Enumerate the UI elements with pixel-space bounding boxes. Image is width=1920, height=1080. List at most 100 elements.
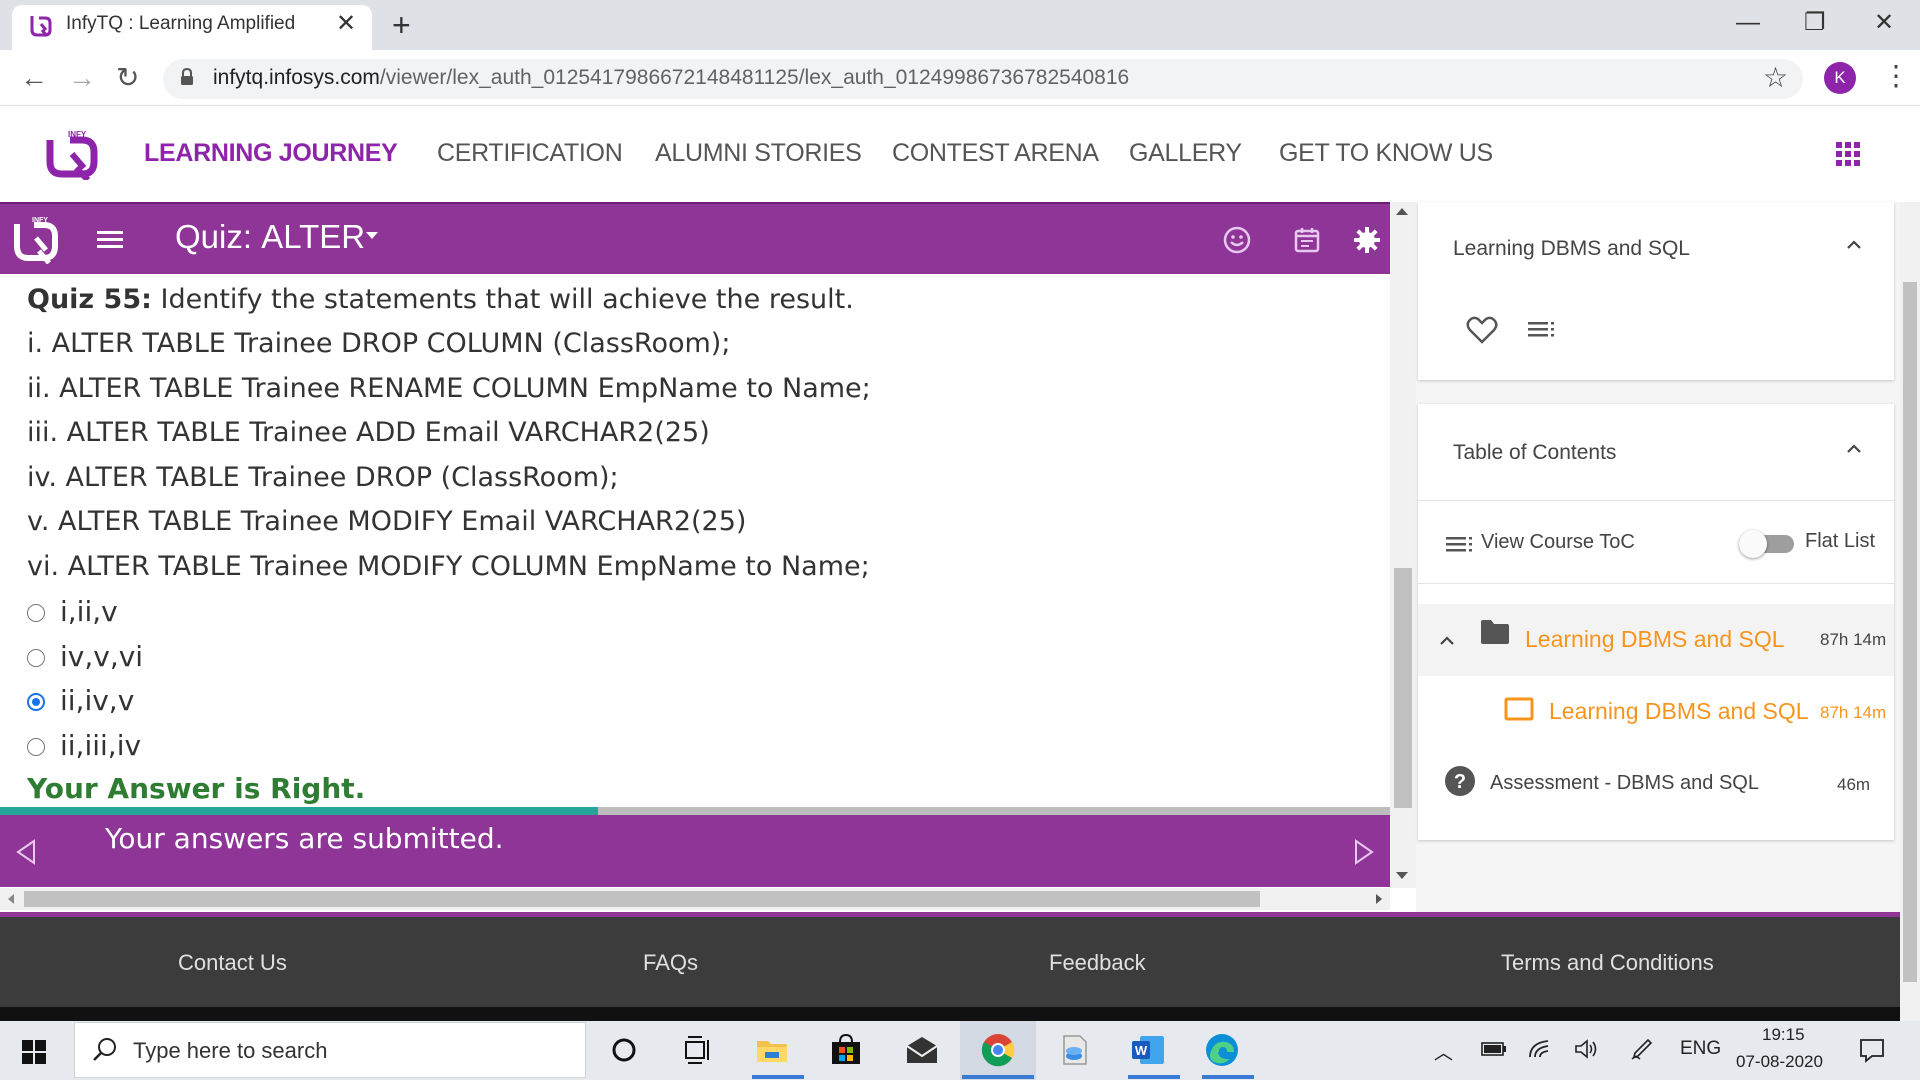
svg-text:W: W — [1135, 1043, 1148, 1058]
smiley-icon[interactable] — [1222, 225, 1252, 255]
submitted-message: Your answers are submitted. — [105, 822, 504, 855]
minimize-icon[interactable]: — — [1736, 8, 1760, 38]
next-arrow-icon[interactable] — [1352, 838, 1376, 866]
forward-icon[interactable]: → — [68, 62, 96, 94]
file-explorer-icon[interactable] — [754, 1032, 790, 1068]
mail-icon[interactable] — [904, 1032, 940, 1068]
profile-avatar[interactable]: K — [1824, 62, 1856, 94]
restore-icon[interactable]: ❐ — [1804, 8, 1826, 38]
nav-gallery[interactable]: GALLERY — [1129, 139, 1242, 168]
search-placeholder: Type here to search — [133, 1038, 328, 1063]
task-view-icon[interactable] — [680, 1032, 716, 1068]
word-icon[interactable]: W — [1130, 1032, 1166, 1068]
option-radio[interactable] — [27, 693, 45, 711]
nav-contest-arena[interactable]: CONTEST ARENA — [892, 139, 1099, 168]
chevron-up-icon[interactable] — [1847, 240, 1861, 249]
quiz-question: Quiz 55: Identify the statements that wi… — [27, 284, 854, 315]
help-icon: ? — [1445, 766, 1475, 796]
chevron-up-icon[interactable] — [1440, 636, 1454, 645]
option-label[interactable]: ii,iv,v — [60, 684, 134, 717]
cortana-icon[interactable] — [606, 1032, 642, 1068]
close-window-icon[interactable]: ✕ — [1874, 8, 1894, 38]
chrome-icon[interactable] — [980, 1032, 1016, 1068]
quiz-statement: v. ALTER TABLE Trainee MODIFY Email VARC… — [27, 506, 747, 537]
browser-menu-icon[interactable]: ⋮ — [1882, 60, 1910, 92]
option-label[interactable]: ii,iii,iv — [60, 729, 141, 762]
previous-arrow-icon[interactable] — [14, 838, 38, 866]
scrollbar-thumb[interactable] — [1903, 282, 1917, 982]
clock-date[interactable]: 07-08-2020 — [1736, 1052, 1823, 1072]
option-radio[interactable] — [27, 738, 45, 756]
tab-close-icon[interactable]: ✕ — [336, 10, 356, 38]
apps-grid-icon[interactable] — [1836, 142, 1860, 166]
active-app-indicator — [752, 1075, 804, 1079]
toc-item-title[interactable]: Assessment - DBMS and SQL — [1490, 772, 1759, 795]
installer-icon[interactable] — [1056, 1032, 1092, 1068]
footer-terms[interactable]: Terms and Conditions — [1501, 950, 1714, 976]
toc-list-icon[interactable] — [1446, 536, 1474, 554]
toc-item-title[interactable]: Learning DBMS and SQL — [1525, 626, 1785, 653]
battery-icon[interactable] — [1481, 1041, 1507, 1057]
chevron-down-icon[interactable] — [366, 232, 378, 239]
folder-icon — [1481, 620, 1509, 644]
volume-icon[interactable] — [1574, 1038, 1600, 1060]
chevron-up-icon[interactable] — [1847, 444, 1861, 453]
option-radio[interactable] — [27, 604, 45, 622]
svg-text:INFY: INFY — [32, 217, 48, 224]
option-label[interactable]: i,ii,v — [60, 595, 118, 628]
bookmark-star-icon[interactable]: ☆ — [1763, 62, 1788, 94]
heart-icon[interactable] — [1466, 315, 1498, 345]
toc-item-duration: 87h 14m — [1820, 630, 1887, 649]
scroll-up-icon[interactable] — [1396, 208, 1408, 215]
infytq-logo-icon[interactable]: INFY — [44, 128, 102, 180]
windows-start-icon[interactable] — [22, 1040, 46, 1064]
hamburger-menu-icon[interactable] — [97, 229, 123, 249]
tab-title: InfyTQ : Learning Amplified — [66, 13, 296, 34]
scroll-left-icon[interactable] — [8, 894, 14, 904]
nav-learning-journey[interactable]: LEARNING JOURNEY — [144, 139, 398, 168]
footer-faqs[interactable]: FAQs — [643, 950, 698, 976]
toggle-knob[interactable] — [1739, 530, 1767, 558]
svg-text:INFY: INFY — [68, 130, 87, 139]
scroll-right-icon[interactable] — [1376, 894, 1382, 904]
calendar-icon[interactable] — [1292, 225, 1322, 255]
scrollbar-thumb[interactable] — [24, 891, 1260, 907]
show-hidden-icons-icon[interactable]: ︿ — [1434, 1038, 1453, 1065]
clock-time[interactable]: 19:15 — [1762, 1025, 1805, 1045]
notifications-icon[interactable] — [1858, 1036, 1886, 1064]
result-message: Your Answer is Right. — [27, 772, 366, 805]
tv-icon — [1504, 697, 1534, 721]
infytq-favicon-icon — [30, 16, 52, 37]
divider — [1418, 583, 1894, 584]
course-card-title: Learning DBMS and SQL — [1453, 237, 1690, 260]
quiz-title-dropdown[interactable]: Quiz: ALTER — [175, 218, 365, 256]
player-logo-icon[interactable]: INFY — [12, 214, 60, 264]
toc-item-duration: 46m — [1837, 775, 1871, 794]
footer-bottom-bar — [0, 1007, 1900, 1021]
toc-item-title[interactable]: Learning DBMS and SQL — [1549, 698, 1809, 725]
nav-alumni-stories[interactable]: ALUMNI STORIES — [655, 139, 862, 168]
view-course-toc-link[interactable]: View Course ToC — [1481, 531, 1635, 554]
toc-item-duration: 87h 14m — [1820, 703, 1887, 722]
back-icon[interactable]: ← — [20, 62, 48, 94]
pen-icon[interactable] — [1630, 1037, 1654, 1061]
footer-contact-us[interactable]: Contact Us — [178, 950, 287, 976]
nav-certification[interactable]: CERTIFICATION — [437, 139, 623, 168]
new-tab-icon[interactable]: + — [392, 8, 411, 42]
footer-feedback[interactable]: Feedback — [1049, 950, 1146, 976]
scroll-down-icon[interactable] — [1396, 872, 1408, 879]
wifi-icon[interactable] — [1528, 1039, 1552, 1059]
option-label[interactable]: iv,v,vi — [60, 640, 143, 673]
scrollbar-thumb[interactable] — [1394, 568, 1412, 808]
settings-icon[interactable] — [1352, 225, 1382, 255]
option-radio[interactable] — [27, 649, 45, 667]
language-indicator[interactable]: ENG — [1680, 1038, 1721, 1060]
url-text[interactable]: infytq.infosys.com/viewer/lex_auth_01254… — [213, 66, 1129, 90]
reload-icon[interactable]: ↻ — [116, 62, 139, 94]
edge-icon[interactable] — [1204, 1032, 1240, 1068]
svg-text:?: ? — [1454, 771, 1466, 793]
nav-get-to-know-us[interactable]: GET TO KNOW US — [1279, 139, 1493, 168]
microsoft-store-icon[interactable] — [828, 1032, 864, 1068]
toc-card-title: Table of Contents — [1453, 441, 1617, 464]
playlist-icon[interactable] — [1528, 320, 1556, 340]
